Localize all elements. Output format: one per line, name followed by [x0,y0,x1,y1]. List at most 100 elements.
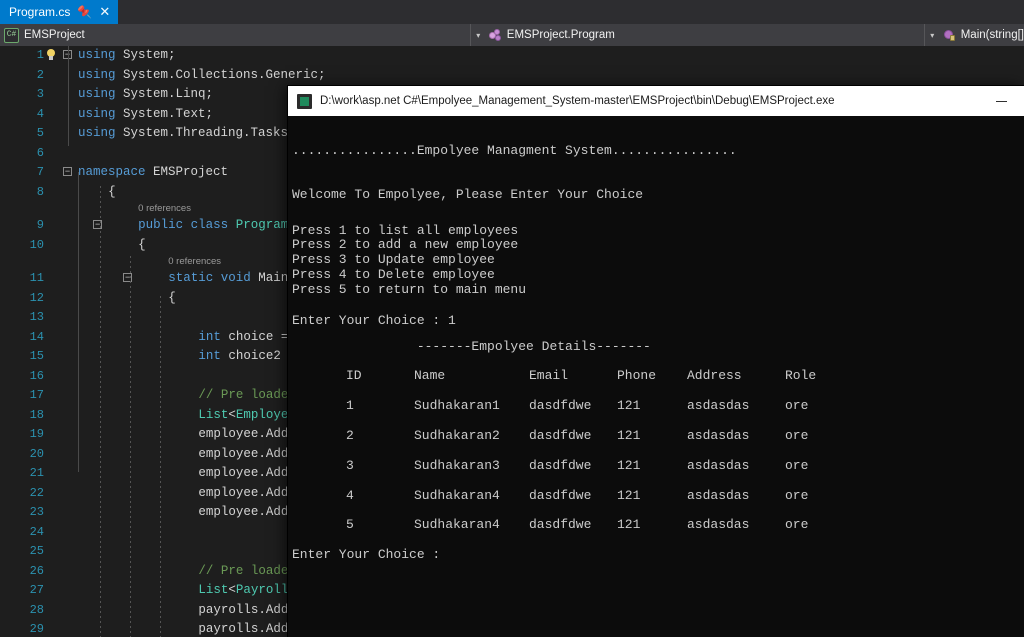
console-menu-option-3: Press 3 to Update employee [292,253,1024,268]
console-output[interactable]: ................Empolyee Managment Syste… [288,116,1024,637]
table-cell: dasdfdwe [529,510,617,540]
tab-label: Program.cs [9,0,70,24]
console-banner: ................Empolyee Managment Syste… [292,136,1024,166]
table-cell: asdasdas [687,451,785,481]
line-number: 15 [0,347,44,367]
table-cell: Sudhakaran4 [414,510,529,540]
table-cell: dasdfdwe [529,481,617,511]
table-cell: 121 [617,481,687,511]
table-cell: Sudhakaran2 [414,421,529,451]
lightbulb-icon[interactable] [46,49,57,62]
table-cell: 5 [346,510,414,540]
console-app-icon [297,94,312,109]
code-text: using System.Text; [78,105,213,125]
line-number: 21 [0,464,44,484]
minimize-button[interactable] [978,86,1024,116]
console-title-bar[interactable]: D:\work\asp.net C#\Empolyee_Management_S… [288,86,1024,117]
visual-studio-window: Program.cs 📌 ✕ C# EMSProject ▾ EMSProjec… [0,0,1024,637]
line-number: 18 [0,406,44,426]
table-header-cell: Address [687,361,785,391]
line-number: 23 [0,503,44,523]
chevron-down-icon[interactable]: ▾ [927,31,938,40]
console-prompt-pending[interactable]: Enter Your Choice : [292,540,1024,570]
code-line[interactable]: 1−using System; [0,46,1024,66]
line-number: 6 [0,144,44,164]
code-line[interactable]: 2using System.Collections.Generic; [0,66,1024,86]
line-number: 1 [0,46,44,66]
line-number: 26 [0,562,44,582]
console-prompt-answered: Enter Your Choice : 1 [292,306,1024,332]
table-cell: ore [785,451,808,481]
line-number: 14 [0,328,44,348]
table-cell: dasdfdwe [529,421,617,451]
line-number: 12 [0,289,44,309]
table-cell: ore [785,481,808,511]
table-cell: ore [785,421,808,451]
line-number: 3 [0,85,44,105]
indent-guide [78,172,79,472]
line-number: 9 [0,216,44,236]
table-cell: 4 [346,481,414,511]
tab-program-cs[interactable]: Program.cs 📌 ✕ [0,0,118,24]
console-blank-line [292,298,1024,306]
console-blank-line [292,166,1024,180]
line-number: 10 [0,236,44,256]
code-text: { [168,289,176,309]
line-number: 7 [0,163,44,183]
table-cell: 2 [346,421,414,451]
table-row: 5Sudhakaran4dasdfdwe121asdasdasore [292,510,1024,540]
line-number: 4 [0,105,44,125]
console-title-text: D:\work\asp.net C#\Empolyee_Management_S… [320,95,835,107]
table-cell: Sudhakaran1 [414,391,529,421]
code-text: { [108,183,116,203]
editor-tab-strip: Program.cs 📌 ✕ [0,0,1024,24]
code-text: using System; [78,46,176,66]
table-row: 3Sudhakaran3dasdfdwe121asdasdasore [292,451,1024,481]
code-text: using System.Threading.Tasks; [78,124,296,144]
console-blank-line [292,122,1024,136]
navigation-bar: C# EMSProject ▾ EMSProject.Program ▾ Mai… [0,24,1024,47]
indent-guide [130,256,131,637]
code-text: using System.Linq; [78,85,213,105]
table-row: 2Sudhakaran2dasdfdwe121asdasdasore [292,421,1024,451]
private-method-icon [943,29,956,42]
table-cell: asdasdas [687,481,785,511]
pin-icon[interactable]: 📌 [77,0,92,24]
nav-member-label: Main(string[] [961,29,1024,41]
table-cell: 1 [346,391,414,421]
nav-project-label: EMSProject [24,29,85,41]
csharp-file-icon: C# [4,28,19,43]
table-cell: 121 [617,421,687,451]
console-window[interactable]: D:\work\asp.net C#\Empolyee_Management_S… [288,86,1024,637]
table-cell: 121 [617,451,687,481]
console-prompt-text: Enter Your Choice : [292,547,448,562]
table-cell: asdasdas [687,391,785,421]
line-number: 17 [0,386,44,406]
table-row: 4Sudhakaran4dasdfdwe121asdasdasore [292,481,1024,511]
fold-toggle-icon[interactable]: − [63,167,72,176]
table-cell: asdasdas [687,510,785,540]
nav-type-label: EMSProject.Program [507,29,615,41]
table-cell: ore [785,391,808,421]
line-number: 27 [0,581,44,601]
line-number: 5 [0,124,44,144]
table-cell: 121 [617,510,687,540]
console-details-heading: -------Empolyee Details------- [292,332,1024,362]
table-header-cell: Phone [617,361,687,391]
table-cell: 121 [617,391,687,421]
console-menu-option-5: Press 5 to return to main menu [292,283,1024,298]
console-menu-option-1: Press 1 to list all employees [292,224,1024,239]
line-number: 2 [0,66,44,86]
chevron-down-icon[interactable]: ▾ [473,31,484,40]
line-number: 16 [0,367,44,387]
line-number: 11 [0,269,44,289]
line-number: 22 [0,484,44,504]
nav-member-dropdown[interactable]: ▾ Main(string[] [924,24,1024,46]
code-text: public class Program [138,216,288,236]
close-icon[interactable]: ✕ [99,0,110,24]
indent-guide [160,296,161,637]
console-table-header: IDNameEmailPhoneAddressRole [292,361,1024,391]
console-blank-line [292,210,1024,224]
nav-project-dropdown[interactable]: C# EMSProject [0,24,470,46]
nav-type-dropdown[interactable]: ▾ EMSProject.Program [470,24,924,46]
